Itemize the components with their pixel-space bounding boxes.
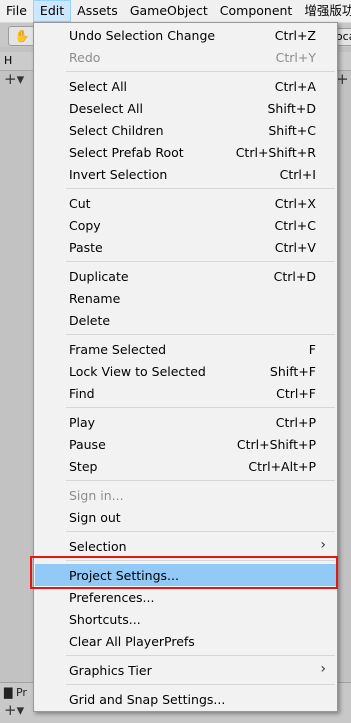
menu-item-duplicate[interactable]: Duplicate Ctrl+D bbox=[35, 265, 336, 287]
menu-separator bbox=[66, 261, 335, 262]
menu-item-lock-view[interactable]: Lock View to Selected Shift+F bbox=[35, 360, 336, 382]
menu-item-select-children[interactable]: Select Children Shift+C bbox=[35, 119, 336, 141]
menu-item-copy[interactable]: Copy Ctrl+C bbox=[35, 214, 336, 236]
menu-item-play[interactable]: Play Ctrl+P bbox=[35, 411, 336, 433]
menu-component[interactable]: Component bbox=[214, 0, 299, 22]
menu-item-delete[interactable]: Delete bbox=[35, 309, 336, 331]
menu-item-graphics-tier[interactable]: Graphics Tier › bbox=[35, 659, 336, 681]
menu-bar: File Edit Assets GameObject Component 增强… bbox=[0, 0, 351, 23]
menu-file[interactable]: File bbox=[0, 0, 33, 22]
hand-tool-icon[interactable]: ✋ bbox=[8, 26, 36, 46]
menu-enhanced-features[interactable]: 增强版功能 bbox=[298, 0, 351, 22]
menu-gameobject[interactable]: GameObject bbox=[124, 0, 214, 22]
menu-item-shortcuts[interactable]: Shortcuts... bbox=[35, 608, 336, 630]
chevron-right-icon: › bbox=[320, 661, 326, 677]
menu-item-redo[interactable]: Redo Ctrl+Y bbox=[35, 46, 336, 68]
menu-item-preferences[interactable]: Preferences... bbox=[35, 586, 336, 608]
menu-separator bbox=[66, 407, 335, 408]
menu-item-select-all[interactable]: Select All Ctrl+A bbox=[35, 75, 336, 97]
edit-menu-dropdown: Undo Selection Change Ctrl+Z Redo Ctrl+Y S… bbox=[33, 22, 338, 712]
menu-item-undo[interactable]: Undo Selection Change Ctrl+Z bbox=[35, 24, 336, 46]
menu-item-step[interactable]: Step Ctrl+Alt+P bbox=[35, 455, 336, 477]
menu-separator bbox=[66, 655, 335, 656]
right-panel-tab[interactable] bbox=[336, 52, 351, 71]
menu-separator bbox=[66, 684, 335, 685]
menu-item-select-prefab-root[interactable]: Select Prefab Root Ctrl+Shift+R bbox=[35, 141, 336, 163]
menu-edit[interactable]: Edit bbox=[32, 0, 72, 22]
menu-separator bbox=[66, 334, 335, 335]
menu-item-deselect-all[interactable]: Deselect All Shift+D bbox=[35, 97, 336, 119]
menu-item-find[interactable]: Find Ctrl+F bbox=[35, 382, 336, 404]
menu-item-rename[interactable]: Rename bbox=[35, 287, 336, 309]
chevron-right-icon: › bbox=[320, 537, 326, 553]
menu-separator bbox=[66, 480, 335, 481]
menu-item-grid-snap-settings[interactable]: Grid and Snap Settings... bbox=[35, 688, 336, 710]
project-tab[interactable]: ▇ Pr bbox=[4, 686, 27, 699]
menu-item-clear-playerprefs[interactable]: Clear All PlayerPrefs bbox=[35, 630, 336, 652]
highlight-annotation-box bbox=[30, 556, 338, 589]
menu-item-sign-out[interactable]: Sign out bbox=[35, 506, 336, 528]
menu-item-selection[interactable]: Selection › bbox=[35, 535, 336, 557]
project-add-icon[interactable]: +▾ bbox=[4, 702, 24, 718]
menu-item-pause[interactable]: Pause Ctrl+Shift+P bbox=[35, 433, 336, 455]
menu-item-cut[interactable]: Cut Ctrl+X bbox=[35, 192, 336, 214]
hierarchy-add-icon[interactable]: +▾ bbox=[4, 71, 24, 87]
menu-item-paste[interactable]: Paste Ctrl+V bbox=[35, 236, 336, 258]
menu-assets[interactable]: Assets bbox=[71, 0, 124, 22]
menu-item-frame-selected[interactable]: Frame Selected F bbox=[35, 338, 336, 360]
menu-item-invert-selection[interactable]: Invert Selection Ctrl+I bbox=[35, 163, 336, 185]
menu-separator bbox=[66, 188, 335, 189]
menu-separator bbox=[66, 71, 335, 72]
menu-item-sign-in[interactable]: Sign in... bbox=[35, 484, 336, 506]
menu-separator bbox=[66, 531, 335, 532]
